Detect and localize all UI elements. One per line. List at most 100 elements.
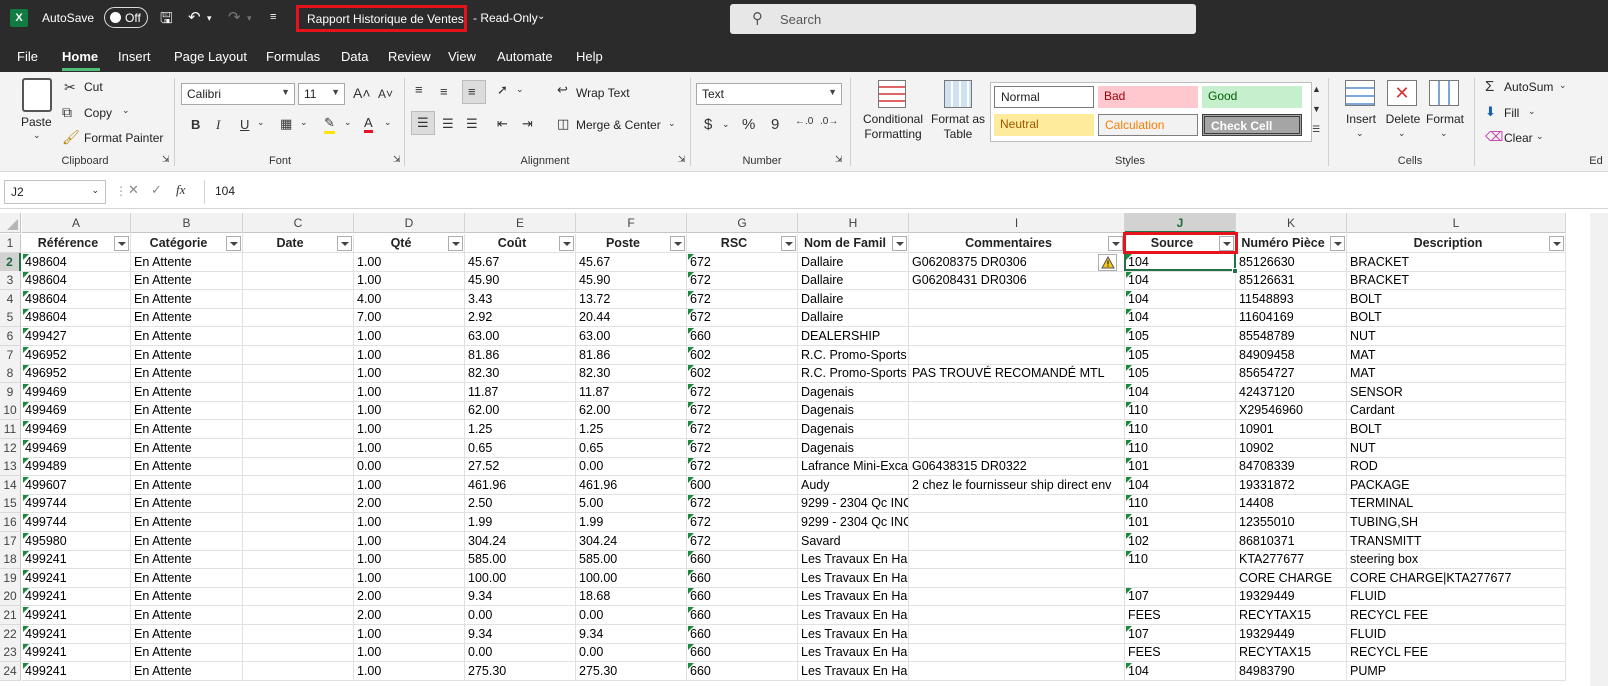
table-cell[interactable]: X29546960 [1236, 401, 1347, 421]
table-cell[interactable]: 499427 [22, 327, 131, 346]
table-cell[interactable] [909, 401, 1125, 421]
align-middle-icon[interactable]: ≡ [440, 84, 448, 99]
table-cell[interactable]: 19329449 [1236, 624, 1347, 644]
table-cell[interactable]: 499241 [22, 587, 131, 607]
table-cell[interactable]: 104 [1125, 475, 1236, 495]
delete-cells-icon[interactable]: ✕ [1387, 80, 1417, 106]
table-cell[interactable]: 2.00 [354, 494, 465, 514]
filter-dropdown-button[interactable] [670, 236, 685, 251]
chevron-down-icon[interactable]: ⌄ [1536, 131, 1544, 142]
table-cell[interactable]: 499241 [22, 624, 131, 644]
name-box[interactable]: J2 ⌄ [4, 180, 106, 204]
table-cell[interactable]: 499469 [22, 420, 131, 439]
table-cell[interactable]: RECYCL FEE [1347, 606, 1566, 625]
table-cell[interactable]: 499607 [22, 475, 131, 495]
table-cell[interactable]: NUT [1347, 327, 1566, 346]
table-cell[interactable]: 45.67 [576, 252, 687, 272]
style-neutral[interactable]: Neutral [994, 114, 1094, 136]
table-cell[interactable]: 304.24 [576, 531, 687, 551]
table-cell[interactable]: 1.00 [354, 364, 465, 384]
table-cell[interactable]: BRACKET [1347, 252, 1566, 272]
font-size-dropdown[interactable]: 11 ▼ [298, 83, 345, 105]
table-cell[interactable]: 2 chez le fournisseur ship direct env [909, 475, 1125, 495]
table-cell[interactable]: 660 [687, 568, 798, 588]
table-cell[interactable]: 499241 [22, 643, 131, 663]
table-cell[interactable]: Lafrance Mini-Exca [798, 457, 909, 477]
table-cell[interactable]: 102 [1125, 531, 1236, 551]
table-cell[interactable]: 11548893 [1236, 289, 1347, 309]
table-cell[interactable]: 110 [1125, 550, 1236, 570]
table-cell[interactable]: steering box [1347, 550, 1566, 570]
table-cell[interactable]: 85126630 [1236, 252, 1347, 272]
table-cell[interactable] [909, 550, 1125, 570]
table-cell[interactable] [243, 271, 354, 291]
gallery-up-icon[interactable]: ▲ [1312, 84, 1321, 94]
table-cell[interactable] [243, 531, 354, 551]
delete-button[interactable]: Delete [1383, 112, 1423, 127]
tab-home[interactable]: Home [62, 49, 98, 64]
table-cell[interactable]: En Attente [131, 289, 243, 309]
table-cell[interactable]: TRANSMITT [1347, 531, 1566, 551]
table-cell[interactable]: 104 [1125, 289, 1236, 309]
table-cell[interactable]: En Attente [131, 308, 243, 328]
table-cell[interactable]: CORE CHARGE [1236, 568, 1347, 588]
table-cell[interactable]: 42437120 [1236, 382, 1347, 402]
orientation-icon[interactable]: ➚ [497, 82, 508, 98]
table-cell[interactable] [909, 661, 1125, 681]
table-cell[interactable]: En Attente [131, 606, 243, 625]
table-cell[interactable]: Les Travaux En Hau [798, 550, 909, 570]
formula-bar-grip-icon[interactable]: ⋮ [115, 184, 127, 198]
row-header[interactable]: 15 [0, 494, 21, 514]
table-cell[interactable]: Les Travaux En Hau [798, 661, 909, 681]
table-cell[interactable]: En Attente [131, 364, 243, 384]
table-cell[interactable]: 672 [687, 252, 798, 272]
table-cell[interactable]: 105 [1125, 345, 1236, 365]
table-cell[interactable]: TUBING,SH [1347, 513, 1566, 532]
table-cell[interactable]: 672 [687, 308, 798, 328]
table-cell[interactable]: En Attente [131, 531, 243, 551]
decrease-decimal-icon[interactable]: .0→ [820, 116, 838, 127]
table-cell[interactable] [243, 587, 354, 607]
style-good[interactable]: Good [1202, 86, 1302, 108]
percent-button[interactable]: % [742, 116, 755, 133]
table-cell[interactable]: 495980 [22, 531, 131, 551]
table-cell[interactable]: En Attente [131, 568, 243, 588]
table-cell[interactable]: 107 [1125, 587, 1236, 607]
table-cell[interactable]: 9299 - 2304 Qc INC [798, 494, 909, 514]
table-cell[interactable]: 499241 [22, 550, 131, 570]
row-header[interactable]: 3 [0, 271, 21, 291]
decrease-font-icon[interactable]: A˅ [378, 87, 393, 101]
conditional-formatting-button[interactable]: Conditional Formatting [858, 112, 928, 142]
table-cell[interactable]: 1.00 [354, 252, 465, 272]
table-cell[interactable] [243, 513, 354, 532]
document-title[interactable]: Rapport Historique de Ventes [296, 5, 467, 32]
table-cell[interactable]: 660 [687, 606, 798, 625]
table-cell[interactable]: RECYTAX15 [1236, 606, 1347, 625]
row-header[interactable]: 22 [0, 624, 21, 644]
table-cell[interactable]: 498604 [22, 289, 131, 309]
dialog-launcher-icon[interactable]: ⇲ [162, 154, 170, 165]
row-header[interactable]: 14 [0, 475, 21, 495]
paste-button[interactable]: Paste [21, 115, 52, 130]
gallery-down-icon[interactable]: ▼ [1312, 104, 1321, 114]
table-cell[interactable] [909, 587, 1125, 607]
dialog-launcher-icon[interactable]: ⇲ [678, 154, 686, 165]
table-cell[interactable]: 602 [687, 345, 798, 365]
table-cell[interactable]: 499241 [22, 661, 131, 681]
table-cell[interactable]: 19329449 [1236, 587, 1347, 607]
table-cell[interactable]: FLUID [1347, 587, 1566, 607]
table-cell[interactable]: 1.00 [354, 513, 465, 532]
table-cell[interactable]: 9.34 [465, 624, 576, 644]
table-cell[interactable]: 585.00 [576, 550, 687, 570]
row-header[interactable]: 5 [0, 308, 21, 328]
table-cell[interactable]: 9.34 [465, 587, 576, 607]
table-cell[interactable]: 110 [1125, 494, 1236, 514]
table-cell[interactable]: 62.00 [465, 401, 576, 421]
dialog-launcher-icon[interactable]: ⇲ [835, 154, 843, 165]
table-cell[interactable]: 100.00 [465, 568, 576, 588]
font-color-icon[interactable]: A [364, 115, 373, 133]
table-cell[interactable]: 275.30 [576, 661, 687, 681]
undo-icon[interactable]: ↶ [188, 8, 201, 26]
table-cell[interactable]: MAT [1347, 364, 1566, 384]
table-cell[interactable]: 13.72 [576, 289, 687, 309]
